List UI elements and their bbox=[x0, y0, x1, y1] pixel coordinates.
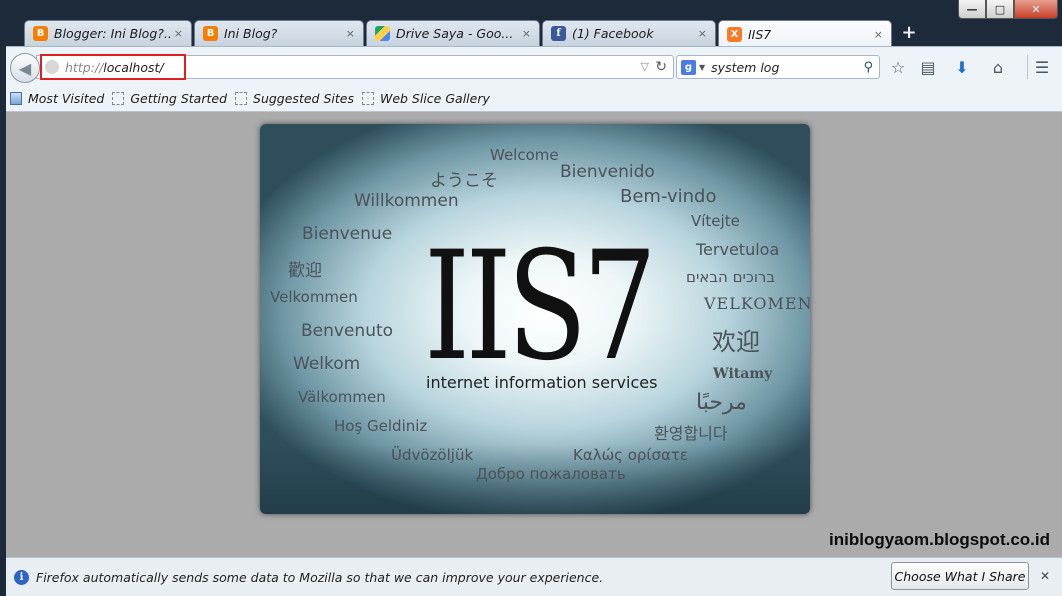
back-button[interactable]: ◀ bbox=[10, 53, 40, 83]
google-engine-icon[interactable]: g bbox=[681, 59, 696, 75]
greeting: Welcome bbox=[490, 146, 559, 164]
greeting: Bienvenue bbox=[302, 224, 393, 244]
home-icon[interactable]: ⌂ bbox=[988, 57, 1008, 77]
new-tab-button[interactable]: + bbox=[898, 22, 920, 44]
greeting: Välkommen bbox=[298, 388, 386, 406]
bookmark-label: Most Visited bbox=[28, 91, 105, 106]
greeting: VELKOMEN bbox=[704, 294, 810, 313]
greeting: Hoş Geldiniz bbox=[334, 417, 428, 435]
tab-label: Drive Saya - Goo... bbox=[396, 26, 514, 41]
bookmark-most-visited[interactable]: Most Visited bbox=[10, 91, 104, 106]
history-dropmarker-icon[interactable]: ▽ bbox=[641, 60, 649, 73]
tab-close-icon[interactable]: × bbox=[174, 27, 183, 40]
tab-label: (1) Facebook bbox=[572, 26, 654, 41]
blogger-icon: B bbox=[33, 26, 48, 41]
reload-icon[interactable]: ↻ bbox=[655, 59, 667, 75]
xampp-icon: X bbox=[727, 26, 742, 42]
search-bar[interactable]: g ▼ system log ⚲ bbox=[676, 55, 880, 79]
bookmarks-toolbar: Most Visited Getting Started Suggested S… bbox=[6, 86, 1062, 112]
minimize-button[interactable]: — bbox=[958, 0, 986, 19]
page-icon bbox=[112, 92, 125, 105]
url-highlight-box bbox=[40, 54, 186, 80]
iis7-subtitle: internet information services bbox=[426, 373, 658, 392]
bookmark-label: Suggested Sites bbox=[253, 91, 354, 106]
greeting: ようこそ bbox=[430, 171, 498, 191]
maximize-button[interactable]: □ bbox=[986, 0, 1014, 19]
page-content: Welcome ようこそ Bienvenido Willkommen Bem-v… bbox=[6, 112, 1062, 557]
tab-close-icon[interactable]: × bbox=[874, 28, 883, 41]
window-controls: — □ ✕ bbox=[958, 0, 1058, 20]
tab-blogger[interactable]: B Blogger: Ini Blog?... × bbox=[24, 20, 192, 46]
watermark-text: iniblogyaom.blogspot.co.id bbox=[829, 530, 1050, 549]
greeting: Velkommen bbox=[270, 288, 358, 306]
menu-icon[interactable]: ☰ bbox=[1032, 57, 1052, 77]
search-input[interactable]: system log bbox=[711, 60, 863, 75]
greeting: Добро пожаловать bbox=[476, 465, 626, 483]
back-arrow-icon: ◀ bbox=[18, 58, 32, 78]
greeting: Benvenuto bbox=[301, 321, 394, 341]
close-icon[interactable]: ✕ bbox=[1040, 569, 1050, 583]
bookmark-label: Getting Started bbox=[130, 91, 228, 106]
page-icon bbox=[235, 92, 248, 105]
drive-icon bbox=[375, 26, 390, 41]
greeting: Welkom bbox=[293, 354, 361, 374]
tab-strip: B Blogger: Ini Blog?... × B Ini Blog? × … bbox=[18, 18, 1062, 47]
reading-list-icon[interactable]: ▤ bbox=[918, 57, 938, 77]
iis7-logo: IIS7 bbox=[424, 220, 657, 394]
tab-close-icon[interactable]: × bbox=[346, 27, 355, 40]
bookmark-star-icon[interactable]: ☆ bbox=[888, 57, 908, 77]
tab-iis7[interactable]: X IIS7 × bbox=[718, 20, 892, 47]
greeting: Üdvözöljük bbox=[391, 446, 474, 464]
greeting: 환영합니다 bbox=[654, 424, 728, 443]
notification-text: Firefox automatically sends some data to… bbox=[36, 569, 604, 585]
bookmark-web-slice-gallery[interactable]: Web Slice Gallery bbox=[361, 91, 490, 106]
bookmark-label: Web Slice Gallery bbox=[379, 91, 490, 106]
greeting: Καλώς ορίσατε bbox=[573, 446, 689, 464]
greeting: Bem-vindo bbox=[620, 186, 717, 207]
bookmark-suggested-sites[interactable]: Suggested Sites bbox=[235, 91, 354, 106]
greeting: Willkommen bbox=[354, 191, 459, 211]
greeting: مرحبًا bbox=[696, 390, 747, 415]
choose-what-i-share-button[interactable]: Choose What I Share bbox=[891, 562, 1029, 590]
tab-facebook[interactable]: f (1) Facebook × bbox=[542, 20, 716, 46]
iis7-welcome-image[interactable]: Welcome ようこそ Bienvenido Willkommen Bem-v… bbox=[260, 124, 810, 514]
info-icon: i bbox=[14, 569, 29, 585]
greeting: Vítejte bbox=[691, 212, 740, 230]
tab-close-icon[interactable]: × bbox=[522, 27, 531, 40]
downloads-icon[interactable]: ⬇ bbox=[952, 57, 972, 77]
tab-label: Blogger: Ini Blog?... bbox=[54, 26, 170, 41]
page-icon bbox=[361, 92, 374, 105]
notification-bar: i Firefox automatically sends some data … bbox=[6, 557, 1062, 596]
tab-label: IIS7 bbox=[748, 26, 772, 42]
greeting: Bienvenido bbox=[560, 162, 655, 182]
greeting: 欢迎 bbox=[712, 328, 760, 356]
most-visited-icon bbox=[10, 92, 22, 105]
engine-dropdown-icon[interactable]: ▼ bbox=[699, 63, 705, 72]
blogger-icon: B bbox=[203, 26, 218, 41]
greeting: Tervetuloa bbox=[696, 240, 780, 259]
tab-label: Ini Blog? bbox=[224, 26, 278, 41]
bookmark-getting-started[interactable]: Getting Started bbox=[112, 91, 227, 106]
toolbar-divider bbox=[1027, 55, 1028, 79]
tab-close-icon[interactable]: × bbox=[698, 27, 707, 40]
greeting: ברוכים הבאים bbox=[686, 268, 776, 286]
search-icon[interactable]: ⚲ bbox=[863, 60, 873, 75]
tab-ini-blog[interactable]: B Ini Blog? × bbox=[194, 20, 364, 46]
tab-drive[interactable]: Drive Saya - Goo... × bbox=[366, 20, 540, 46]
facebook-icon: f bbox=[551, 26, 566, 41]
greeting: 歡迎 bbox=[288, 261, 322, 281]
close-window-button[interactable]: ✕ bbox=[1014, 0, 1058, 19]
greeting: Witamy bbox=[713, 366, 773, 382]
